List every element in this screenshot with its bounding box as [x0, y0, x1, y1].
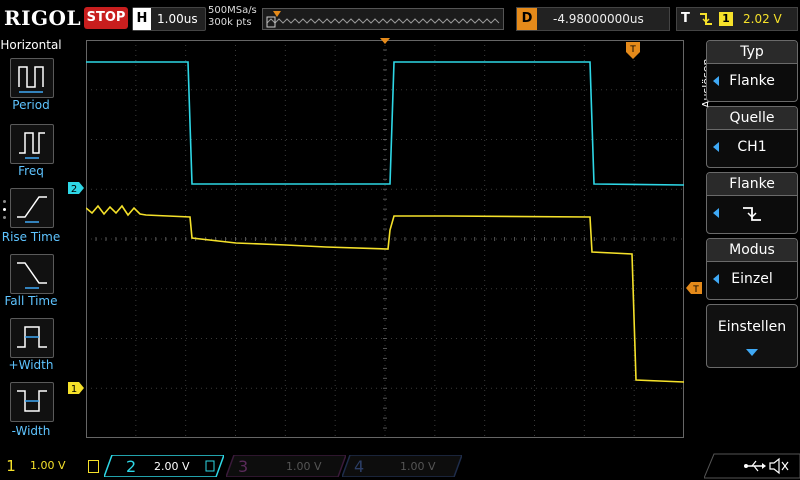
menu-left-arrow-icon [713, 208, 719, 218]
channel-2-scale: 2.00 V [154, 460, 190, 473]
channel-1-bw-limit-icon [88, 460, 99, 473]
trigger-time-marker[interactable]: T [626, 42, 640, 60]
falling-edge-icon [700, 13, 712, 25]
measure-rise-time-label: Rise Time [1, 230, 61, 244]
positive-width-icon [17, 326, 47, 348]
trigger-time-marker-label: T [629, 45, 636, 55]
menu-trigger-type[interactable]: Typ Flanke [706, 40, 798, 102]
memory-overview-wave [266, 18, 500, 24]
channel-2-number: 2 [126, 457, 136, 476]
graticule [86, 40, 684, 438]
menu-trigger-source[interactable]: Quelle CH1 [706, 106, 798, 168]
ch1-marker-label: 1 [71, 384, 77, 394]
period-icon [18, 66, 44, 93]
menu-trigger-type-head: Typ [707, 41, 797, 64]
trigger-menu-title: Auslösen [686, 50, 713, 110]
trigger-box[interactable]: T 1 2.02 V [676, 7, 798, 31]
trigger-level: 2.02 V [743, 12, 782, 26]
measure-period-button[interactable] [10, 58, 54, 98]
measure-sidebar-title: Horizontal [0, 38, 62, 52]
trigger-level-marker[interactable]: T [686, 282, 702, 294]
measure-fall-time-label: Fall Time [4, 294, 58, 308]
status-tray [704, 453, 800, 479]
channel-1-status[interactable]: 1 1.00 V [0, 455, 104, 477]
measure-freq-button[interactable] [10, 124, 54, 164]
menu-trigger-source-value: CH1 [737, 139, 767, 155]
ch2-offset-marker[interactable]: 2 [68, 182, 84, 194]
negative-width-icon [17, 390, 47, 412]
rise-time-icon [17, 196, 47, 223]
ch2-marker-label: 2 [71, 184, 77, 194]
sample-info: 500MSa/s 300k pts [208, 5, 257, 29]
channel-2-status[interactable]: 2 2.00 V [104, 455, 224, 477]
channel-1-number: 1 [6, 457, 16, 475]
timebase-box[interactable]: H 1.00us [132, 7, 206, 31]
ch1-offset-marker[interactable]: 1 [68, 382, 84, 394]
page-dot-active [3, 208, 6, 211]
submenu-down-arrow-icon [746, 349, 758, 356]
memory-depth: 300k pts [208, 17, 252, 28]
menu-trigger-mode-head: Modus [707, 239, 797, 262]
channel-4-scale: 1.00 V [400, 460, 436, 473]
memory-overview-bar[interactable] [262, 8, 504, 30]
page-dot [3, 216, 6, 219]
measure-period-label: Period [12, 98, 50, 112]
channel-4-number: 4 [354, 457, 364, 476]
waveform-display[interactable] [86, 40, 684, 438]
menu-trigger-settings[interactable]: Einstellen [706, 304, 798, 368]
fall-time-icon [17, 262, 47, 289]
measure-pos-width-label: +Width [8, 358, 54, 372]
measure-freq-label: Freq [18, 164, 44, 178]
frequency-icon [19, 132, 45, 159]
delay-value: -4.98000000us [553, 12, 644, 26]
sample-rate: 500MSa/s [208, 5, 257, 16]
timebase-key: H [133, 8, 151, 30]
menu-trigger-slope[interactable]: Flanke [706, 172, 798, 234]
screen-center-marker [380, 38, 390, 44]
menu-trigger-settings-label: Einstellen [717, 319, 787, 335]
brand-logo: RIGOL [4, 6, 82, 30]
menu-trigger-type-value: Flanke [729, 73, 775, 89]
delay-key: D [517, 8, 537, 30]
timebase-value: 1.00us [157, 12, 198, 26]
run-stop-indicator[interactable]: STOP [84, 7, 128, 29]
measure-neg-width-label: -Width [11, 424, 51, 438]
measure-rise-time-button[interactable] [10, 188, 54, 228]
channel-3-scale: 1.00 V [286, 460, 322, 473]
channel-3-number: 3 [238, 457, 248, 476]
page-dot [3, 200, 6, 203]
channel-3-status[interactable]: 3 1.00 V [226, 455, 346, 477]
trigger-level-marker-label: T [692, 285, 699, 294]
menu-trigger-source-head: Quelle [707, 107, 797, 130]
channel-1-scale: 1.00 V [30, 459, 66, 472]
falling-edge-slope-icon [743, 207, 761, 221]
menu-trigger-slope-head: Flanke [707, 173, 797, 196]
delay-box[interactable]: D -4.98000000us [516, 7, 670, 31]
menu-trigger-mode[interactable]: Modus Einzel [706, 238, 798, 300]
measure-pos-width-button[interactable] [10, 318, 54, 358]
trigger-key: T [681, 11, 690, 26]
menu-trigger-mode-value: Einzel [731, 271, 773, 287]
trigger-source-badge: 1 [719, 12, 733, 26]
trigger-position-marker [273, 11, 281, 17]
measure-neg-width-button[interactable] [10, 382, 54, 422]
channel-4-status[interactable]: 4 1.00 V [342, 455, 462, 477]
measure-fall-time-button[interactable] [10, 254, 54, 294]
